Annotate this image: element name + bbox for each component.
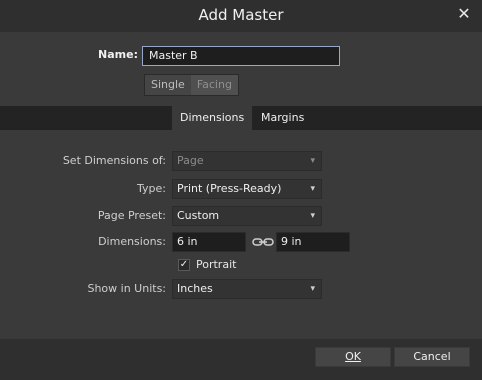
show-units-value: Inches — [177, 282, 213, 295]
type-value: Print (Press-Ready) — [177, 182, 282, 195]
link-icon[interactable] — [252, 235, 274, 249]
height-input[interactable]: 9 in — [276, 232, 350, 252]
portrait-label: Portrait — [196, 258, 237, 271]
type-label: Type: — [137, 182, 166, 195]
name-label: Name: — [98, 48, 138, 61]
width-input[interactable]: 6 in — [172, 232, 246, 252]
show-units-label: Show in Units: — [87, 282, 166, 295]
cancel-button[interactable]: Cancel — [394, 347, 470, 367]
page-mode-toggle: Single Facing — [144, 74, 239, 96]
close-icon[interactable]: ✕ — [456, 6, 472, 22]
facing-option[interactable]: Facing — [190, 75, 238, 95]
chevron-down-icon: ▾ — [310, 184, 315, 194]
portrait-checkbox[interactable]: ✓ — [178, 259, 190, 271]
dimensions-label: Dimensions: — [98, 235, 166, 248]
show-units-row: Show in Units: Inches ▾ — [0, 279, 482, 301]
name-row: Name: Master B — [0, 44, 482, 68]
type-row: Type: Print (Press-Ready) ▾ — [0, 179, 482, 201]
page-preset-label: Page Preset: — [97, 209, 166, 222]
chevron-down-icon: ▾ — [310, 156, 315, 166]
set-dimensions-row: Set Dimensions of: Page ▾ — [0, 151, 482, 173]
tab-margins[interactable]: Margins — [253, 106, 312, 130]
tab-bar: Dimensions Margins — [0, 106, 482, 130]
show-units-select[interactable]: Inches ▾ — [172, 279, 322, 299]
button-bar: OK Cancel — [0, 339, 482, 380]
dimensions-row: Dimensions: 6 in 9 in — [0, 232, 482, 254]
single-option[interactable]: Single — [145, 75, 191, 95]
page-preset-row: Page Preset: Custom ▾ — [0, 206, 482, 228]
set-dimensions-value: Page — [177, 154, 204, 167]
ok-button[interactable]: OK — [315, 347, 391, 367]
chevron-down-icon: ▾ — [310, 284, 315, 294]
type-select[interactable]: Print (Press-Ready) ▾ — [172, 179, 322, 199]
set-dimensions-select: Page ▾ — [172, 151, 322, 171]
portrait-row: ✓ Portrait — [0, 257, 482, 279]
page-preset-value: Custom — [177, 209, 220, 222]
dialog-title: Add Master — [198, 6, 284, 24]
set-dimensions-label: Set Dimensions of: — [62, 154, 166, 167]
tab-dimensions[interactable]: Dimensions — [172, 106, 253, 130]
ok-label: OK — [345, 350, 361, 363]
name-input[interactable]: Master B — [142, 46, 340, 66]
chevron-down-icon: ▾ — [310, 211, 315, 221]
title-bar: Add Master ✕ — [0, 0, 482, 32]
page-preset-select[interactable]: Custom ▾ — [172, 206, 322, 226]
